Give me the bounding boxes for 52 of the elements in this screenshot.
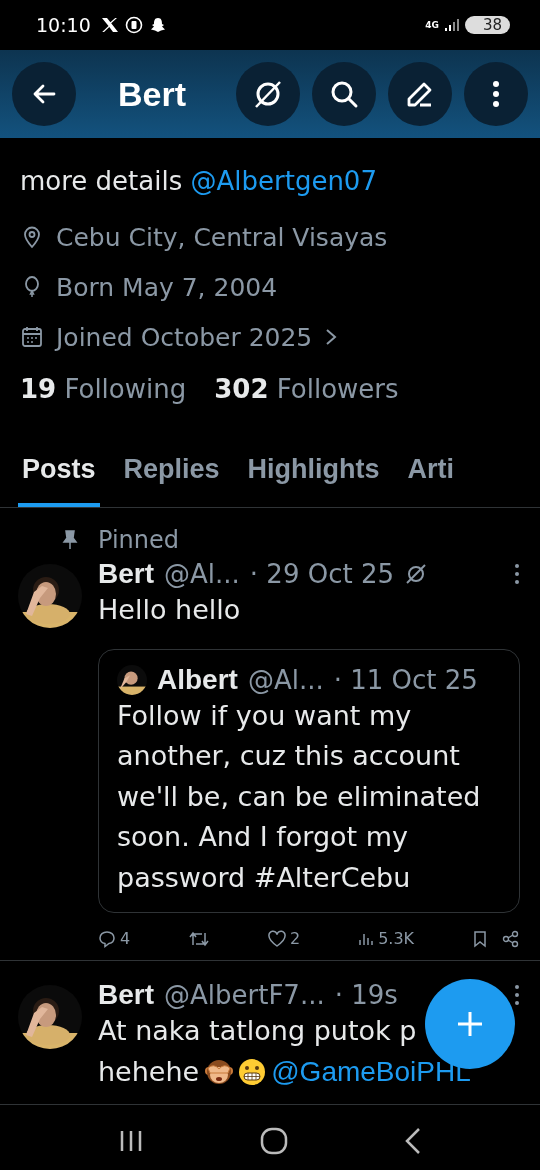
grimace-emoji-icon bbox=[239, 1058, 266, 1085]
signal-icon bbox=[444, 19, 459, 31]
bookmark-icon[interactable] bbox=[472, 929, 488, 948]
back-icon[interactable] bbox=[404, 1127, 422, 1155]
repost-icon[interactable] bbox=[188, 929, 211, 948]
profile-tab[interactable]: Posts bbox=[18, 440, 100, 507]
bio-text: more details @Albertgen07 bbox=[20, 166, 378, 196]
reply-count[interactable]: 4 bbox=[98, 929, 131, 948]
profile-detail: Cebu City, Central Visayas bbox=[56, 222, 388, 252]
author-name: Bert bbox=[98, 979, 154, 1011]
mention-link[interactable]: @GameBoiPHL bbox=[271, 1055, 471, 1088]
post-time: · 11 Oct 25 bbox=[333, 664, 478, 695]
follow-stat-link[interactable]: 302 Followers bbox=[214, 374, 399, 404]
view-count[interactable]: 5.3K bbox=[358, 929, 415, 948]
author-handle: @Al... bbox=[247, 664, 324, 695]
author-name: Bert bbox=[98, 558, 154, 590]
app-icon bbox=[124, 16, 143, 34]
status-time: 10:10 bbox=[36, 14, 91, 36]
monkey-emoji-icon bbox=[205, 1059, 234, 1084]
author-handle: @AlbertF7... bbox=[164, 980, 325, 1010]
post-text: At naka tatlong putok p bbox=[98, 1014, 417, 1048]
author-name: Albert bbox=[157, 663, 238, 696]
quoted-text: Follow if you want my another, cuz this account we'll be, can be eliminated soon. And I forgot my password #AlterCebu bbox=[117, 698, 482, 895]
profile-detail: Born May 7, 2004 bbox=[56, 272, 278, 302]
ghost-icon bbox=[148, 16, 167, 34]
more-icon bbox=[491, 79, 501, 109]
author-handle: @Al... bbox=[164, 559, 240, 589]
home-icon[interactable] bbox=[260, 1127, 288, 1155]
profile-tab[interactable]: Arti bbox=[403, 440, 459, 507]
profile-tab[interactable]: Highlights bbox=[243, 440, 384, 507]
pinned-label: Pinned bbox=[98, 526, 180, 554]
battery-indicator: 38 bbox=[464, 16, 510, 34]
post-time: · 29 Oct 25 bbox=[249, 559, 394, 589]
post-text: Hello hello bbox=[98, 593, 241, 627]
recent-apps-icon[interactable] bbox=[118, 1129, 144, 1153]
more-icon[interactable] bbox=[514, 984, 520, 1006]
profile-detail: Joined October 2025 bbox=[56, 322, 313, 352]
post-text: hehehe bbox=[98, 1054, 200, 1089]
plus-icon bbox=[455, 1009, 485, 1039]
more-icon[interactable] bbox=[514, 563, 520, 585]
grok-icon[interactable] bbox=[404, 562, 428, 586]
profile-tab[interactable]: Replies bbox=[119, 440, 224, 507]
follow-stat-link[interactable]: 19 Following bbox=[20, 374, 187, 404]
mention-link[interactable]: @Albertgen07 bbox=[190, 166, 377, 196]
post-time: · 19s bbox=[334, 980, 398, 1010]
x-logo-icon bbox=[100, 17, 119, 33]
network-label: 4G bbox=[425, 20, 439, 30]
share-icon[interactable] bbox=[502, 929, 520, 948]
calendar-icon bbox=[20, 325, 44, 349]
chevron-right-icon[interactable] bbox=[324, 327, 339, 347]
profile-name: Bert bbox=[117, 74, 188, 114]
quoted-post[interactable]: Albert @Al... · 11 Oct 25 Follow if you want my another, cuz this account we'll be, can be eliminated soon. And I forgot my password #AlterCebu bbox=[98, 648, 520, 913]
